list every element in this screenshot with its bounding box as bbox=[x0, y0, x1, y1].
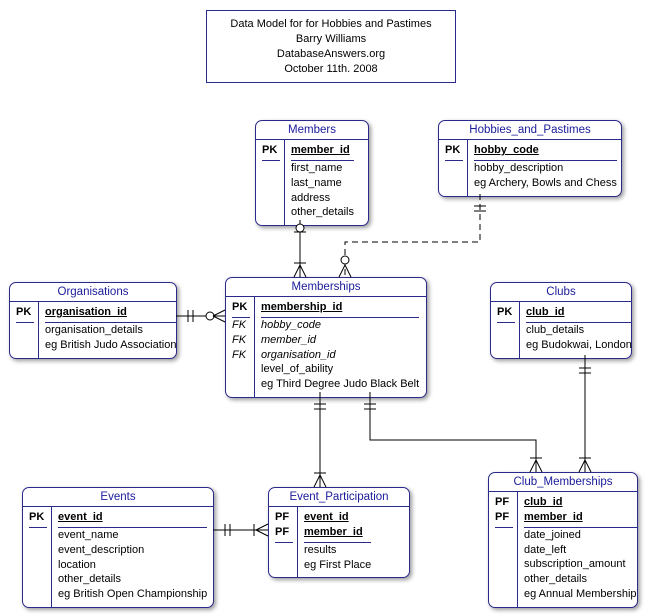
title-line2: Barry Williams bbox=[221, 32, 441, 47]
key-cell: PK bbox=[29, 510, 47, 528]
entity-memberships: Memberships PKFKFKFK membership_idhobby_… bbox=[225, 277, 427, 398]
entity-organisations: Organisations PK organisation_idorganisa… bbox=[9, 282, 177, 359]
attr-cell: club_details bbox=[526, 323, 632, 338]
key-cell bbox=[262, 205, 280, 220]
attr-cell: membership_id bbox=[261, 300, 419, 318]
attr-cell: location bbox=[58, 558, 207, 573]
key-cell bbox=[29, 587, 47, 602]
attr-cell: member_id bbox=[304, 525, 371, 543]
key-cell: FK bbox=[232, 318, 250, 333]
key-cell bbox=[262, 191, 280, 206]
attr-cell: eg Third Degree Judo Black Belt bbox=[261, 377, 419, 392]
attr-cell: eg British Judo Association bbox=[45, 338, 176, 353]
attr-cell: event_id bbox=[58, 510, 207, 528]
attr-cell: event_id bbox=[304, 510, 371, 525]
key-cell bbox=[29, 543, 47, 558]
attr-cell: address bbox=[291, 191, 354, 206]
attr-cell: hobby_description bbox=[474, 161, 617, 176]
key-cell: PF bbox=[495, 495, 513, 510]
entity-title: Clubs bbox=[491, 283, 631, 302]
attr-cell: first_name bbox=[291, 161, 354, 176]
attr-cell: member_id bbox=[291, 143, 354, 161]
key-cell bbox=[275, 558, 293, 573]
key-cell: PF bbox=[275, 525, 293, 543]
entity-event-participation: Event_Participation PFPF event_idmember_… bbox=[268, 487, 410, 578]
entity-title: Memberships bbox=[226, 278, 426, 297]
attr-cell: other_details bbox=[291, 205, 354, 220]
title-line1: Data Model for for Hobbies and Pastimes bbox=[221, 17, 441, 32]
title-line4: October 11th. 2008 bbox=[221, 62, 441, 77]
key-cell bbox=[29, 528, 47, 543]
entity-members: Members PK member_idfirst_namelast_namea… bbox=[255, 120, 369, 226]
key-cell: FK bbox=[232, 333, 250, 348]
key-cell bbox=[262, 161, 280, 176]
entity-title: Event_Participation bbox=[269, 488, 409, 507]
attr-cell: eg Budokwai, London bbox=[526, 338, 632, 353]
attr-cell: member_id bbox=[524, 510, 637, 528]
key-cell: FK bbox=[232, 348, 250, 363]
key-cell bbox=[16, 338, 34, 353]
attr-cell: other_details bbox=[58, 572, 207, 587]
attr-cell: club_id bbox=[524, 495, 637, 510]
attr-cell: hobby_code bbox=[474, 143, 617, 161]
key-cell bbox=[497, 338, 515, 353]
key-cell bbox=[262, 176, 280, 191]
attr-cell: organisation_id bbox=[45, 305, 176, 323]
attr-cell: eg British Open Championship bbox=[58, 587, 207, 602]
entity-title: Club_Memberships bbox=[489, 473, 637, 492]
attr-cell: club_id bbox=[526, 305, 632, 323]
attr-cell: hobby_code bbox=[261, 318, 419, 333]
attr-cell: eg Annual Membership bbox=[524, 587, 637, 602]
entity-title: Members bbox=[256, 121, 368, 140]
key-cell bbox=[495, 557, 513, 572]
attr-cell: level_of_ability bbox=[261, 362, 419, 377]
key-cell: PK bbox=[16, 305, 34, 323]
entity-title: Organisations bbox=[10, 283, 176, 302]
key-cell: PF bbox=[275, 510, 293, 525]
attr-cell: last_name bbox=[291, 176, 354, 191]
attr-cell: organisation_details bbox=[45, 323, 176, 338]
attr-cell: results bbox=[304, 543, 371, 558]
key-cell: PK bbox=[445, 143, 463, 161]
attr-cell: date_joined bbox=[524, 528, 637, 543]
key-cell bbox=[29, 572, 47, 587]
attr-cell: eg First Place bbox=[304, 558, 371, 573]
attr-cell: other_details bbox=[524, 572, 637, 587]
attr-cell: member_id bbox=[261, 333, 419, 348]
entity-events: Events PK event_idevent_nameevent_descri… bbox=[22, 487, 214, 608]
key-cell bbox=[495, 528, 513, 543]
entity-clubs: Clubs PK club_idclub_detailseg Budokwai,… bbox=[490, 282, 632, 359]
key-cell: PK bbox=[497, 305, 515, 323]
title-box: Data Model for for Hobbies and Pastimes … bbox=[206, 10, 456, 83]
key-cell bbox=[16, 323, 34, 338]
entity-title: Events bbox=[23, 488, 213, 507]
key-cell bbox=[29, 558, 47, 573]
key-cell bbox=[497, 323, 515, 338]
key-cell: PF bbox=[495, 510, 513, 528]
key-cell bbox=[275, 543, 293, 558]
key-cell bbox=[232, 377, 250, 392]
entity-club-memberships: Club_Memberships PFPF club_idmember_idda… bbox=[488, 472, 638, 608]
attr-cell: event_name bbox=[58, 528, 207, 543]
attr-cell: organisation_id bbox=[261, 348, 419, 363]
key-cell: PK bbox=[262, 143, 280, 161]
title-line3: DatabaseAnswers.org bbox=[221, 47, 441, 62]
key-cell bbox=[495, 587, 513, 602]
key-cell bbox=[495, 543, 513, 558]
key-cell bbox=[445, 176, 463, 191]
key-cell bbox=[232, 362, 250, 377]
key-cell: PK bbox=[232, 300, 250, 318]
attr-cell: subscription_amount bbox=[524, 557, 637, 572]
attr-cell: event_description bbox=[58, 543, 207, 558]
attr-cell: eg Archery, Bowls and Chess bbox=[474, 176, 617, 191]
key-cell bbox=[445, 161, 463, 176]
entity-title: Hobbies_and_Pastimes bbox=[439, 121, 621, 140]
entity-hobbies: Hobbies_and_Pastimes PK hobby_codehobby_… bbox=[438, 120, 622, 197]
attr-cell: date_left bbox=[524, 543, 637, 558]
key-cell bbox=[495, 572, 513, 587]
